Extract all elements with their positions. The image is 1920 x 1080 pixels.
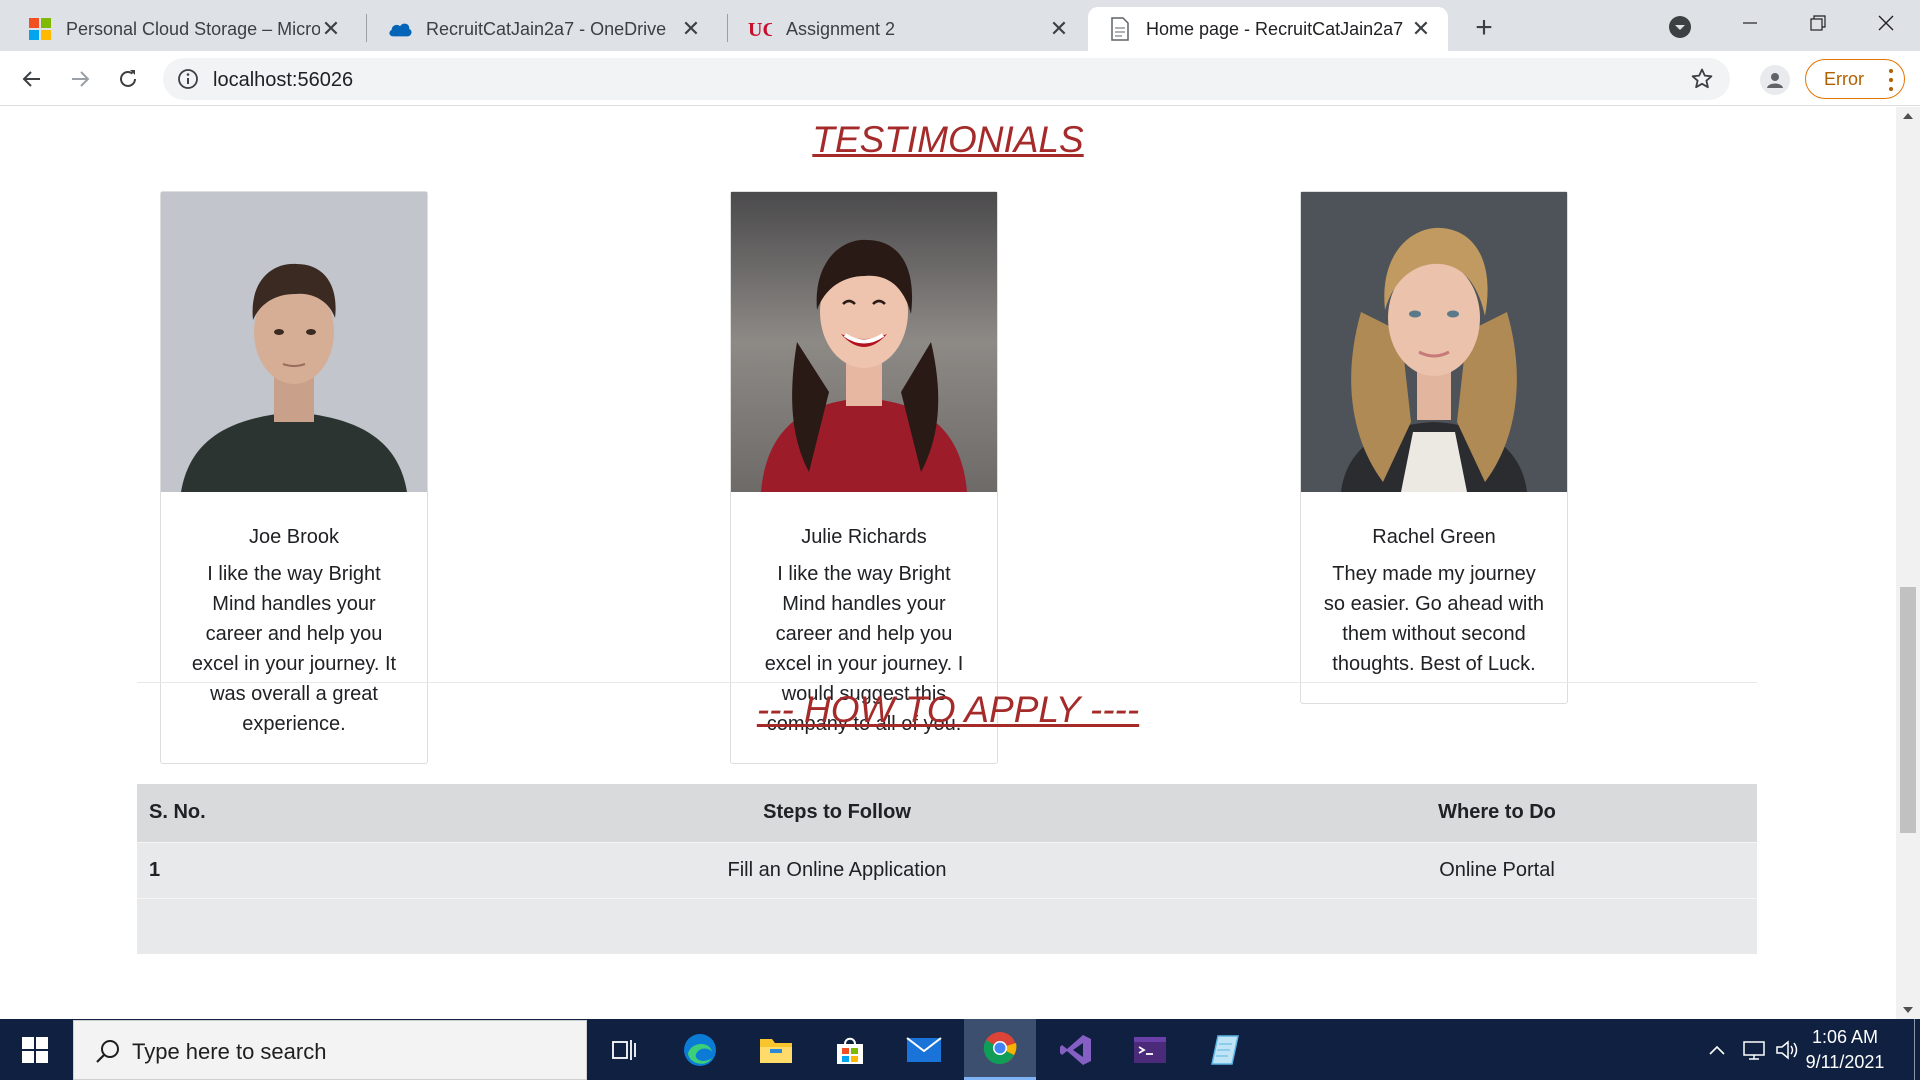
profile-avatar-icon[interactable] [1760,65,1790,95]
tab-title: Home page - RecruitCatJain2a7 [1146,18,1404,39]
minimize-icon[interactable] [1716,0,1784,46]
tab-title: Assignment 2 [786,18,896,39]
task-view-icon[interactable] [588,1019,660,1080]
terminal-icon[interactable] [1114,1019,1186,1080]
error-button[interactable]: Error [1805,59,1905,99]
column-header-steps: Steps to Follow [437,784,1237,842]
edge-browser-icon[interactable] [664,1019,736,1080]
tab-separator [366,14,367,42]
visual-studio-icon[interactable] [1040,1019,1112,1080]
search-placeholder: Type here to search [132,1039,327,1064]
notepad-icon[interactable] [1190,1019,1262,1080]
close-tab-icon[interactable]: ✕ [320,16,342,41]
close-tab-icon[interactable]: ✕ [1410,16,1432,41]
taskbar-clock[interactable]: 1:06 AM 9/11/2021 [1790,1025,1900,1075]
windows-taskbar: Type here to search 1:06 AM 9/11/2021 [0,1019,1920,1080]
clock-date: 9/11/2021 [1805,1052,1885,1072]
search-icon [94,1038,122,1066]
tab-home-page[interactable]: Home page - RecruitCatJain2a7 ✕ [1088,7,1448,51]
more-menu-icon[interactable] [1888,69,1894,91]
tab-onedrive[interactable]: RecruitCatJain2a7 - OneDrive ✕ [368,7,718,51]
svg-text:UC: UC [748,19,772,41]
testimonial-name: Julie Richards [801,526,927,548]
browser-tab-strip: Personal Cloud Storage – Microsoft ✕ Rec… [0,0,1920,51]
testimonial-name: Joe Brook [248,526,340,548]
table-cell-step [437,897,1237,954]
testimonial-quote: They made my journey so easier. Go ahead… [1323,563,1545,675]
close-window-icon[interactable] [1852,0,1920,46]
file-explorer-icon[interactable] [740,1019,812,1080]
how-to-apply-heading: --- HOW TO APPLY ---- [756,689,1140,730]
microsoft-logo-icon [28,17,52,41]
close-tab-icon[interactable]: ✕ [1048,16,1070,41]
address-bar[interactable]: localhost:56026 [163,58,1730,100]
microsoft-store-icon[interactable] [814,1019,886,1080]
page-viewport: TESTIMONIALS Joe Brook I like the way Br… [0,107,1896,1019]
chrome-icon[interactable] [964,1019,1036,1080]
network-icon[interactable] [1740,1019,1770,1080]
section-divider [137,682,1757,683]
mail-icon[interactable] [888,1019,960,1080]
table-cell-where: Online Portal [1237,841,1757,898]
scroll-down-icon[interactable] [1903,1007,1913,1013]
browser-toolbar: localhost:56026 Error [0,51,1920,106]
testimonial-name: Rachel Green [1372,526,1496,548]
tab-assignment-2[interactable]: UC Assignment 2 ✕ [728,7,1086,51]
url-text: localhost:56026 [213,69,354,91]
site-info-icon[interactable] [177,68,199,90]
new-tab-icon[interactable]: + [1466,10,1502,46]
tab-search-icon[interactable] [1666,13,1694,41]
table-cell-sno [137,897,437,954]
scroll-up-icon[interactable] [1903,113,1913,119]
testimonial-photo [161,192,427,492]
table-cell-where [1237,897,1757,954]
error-label: Error [1824,68,1864,89]
close-tab-icon[interactable]: ✕ [680,16,702,41]
clock-time: 1:06 AM [1811,1027,1879,1047]
chevron-up-icon[interactable] [1704,1019,1730,1080]
windows-start-icon[interactable] [0,1019,70,1080]
uc-logo-icon: UC [748,17,772,41]
scrollbar-thumb[interactable] [1900,587,1916,833]
tab-personal-cloud-storage[interactable]: Personal Cloud Storage – Microsoft ✕ [8,7,358,51]
taskbar-search-input[interactable]: Type here to search [73,1020,587,1080]
testimonial-card: Julie Richards I like the way Bright Min… [730,191,998,764]
table-cell-step: Fill an Online Application [437,841,1237,898]
column-header-sno: S. No. [137,784,437,842]
show-desktop-button[interactable] [1914,1019,1915,1080]
reload-icon[interactable] [110,61,146,97]
document-icon [1108,17,1132,41]
testimonials-heading: TESTIMONIALS [812,119,1084,160]
table-row [137,897,1757,954]
onedrive-cloud-icon [388,17,412,41]
testimonial-photo [1301,192,1567,492]
tab-title: RecruitCatJain2a7 - OneDrive [426,18,667,39]
bookmark-star-icon[interactable] [1690,67,1714,91]
back-arrow-icon[interactable] [14,61,50,97]
testimonial-photo [731,192,997,492]
table-header-row: S. No. Steps to Follow Where to Do [137,784,1757,842]
testimonial-card: Rachel Green They made my journey so eas… [1300,191,1568,704]
tab-title: Personal Cloud Storage – Microsoft [66,18,320,39]
how-to-apply-table: S. No. Steps to Follow Where to Do 1 Fil… [137,784,1757,954]
testimonial-card: Joe Brook I like the way Bright Mind han… [160,191,428,764]
forward-arrow-icon[interactable] [62,61,98,97]
restore-icon[interactable] [1784,0,1852,46]
table-cell-sno: 1 [137,841,437,898]
table-row: 1 Fill an Online Application Online Port… [137,841,1757,898]
page-scrollbar[interactable] [1896,107,1920,1019]
column-header-where: Where to Do [1237,784,1757,842]
